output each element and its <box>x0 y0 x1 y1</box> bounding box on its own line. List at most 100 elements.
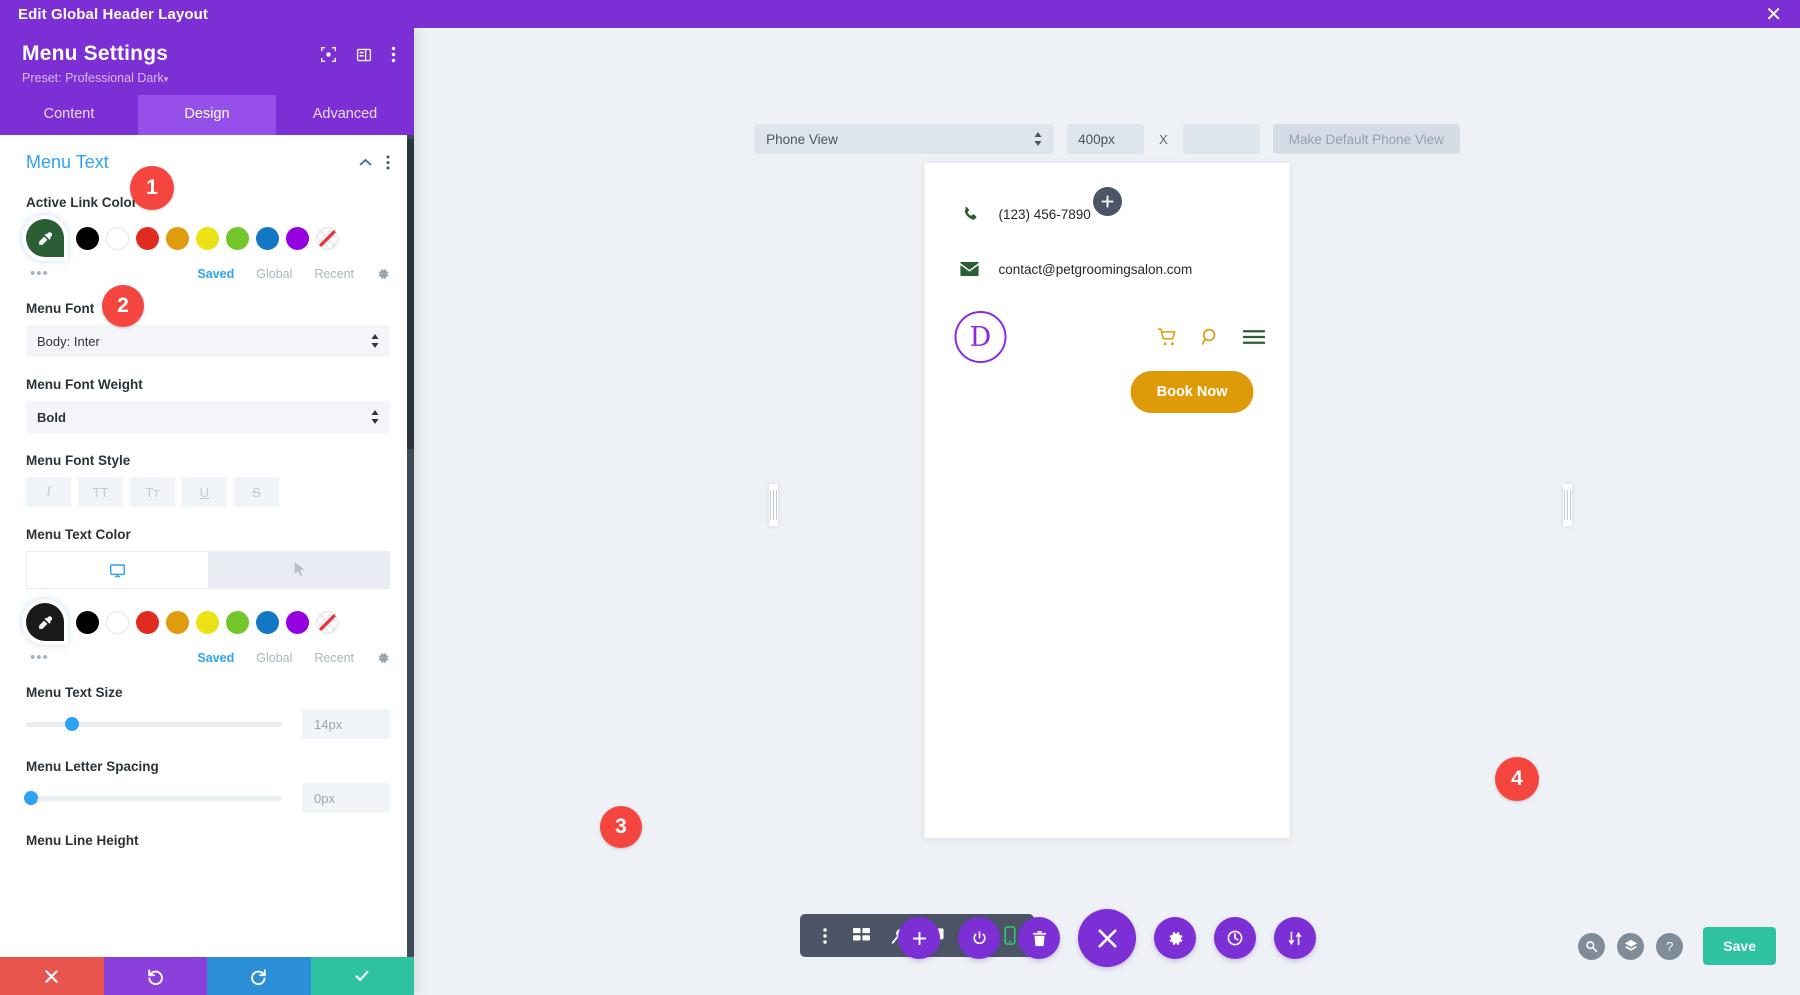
italic-button[interactable]: I <box>26 477 71 507</box>
panel-scrollbar-track[interactable] <box>407 135 414 957</box>
recent-colors-link[interactable]: Recent <box>314 267 354 281</box>
gear-icon[interactable] <box>376 651 390 665</box>
underline-button[interactable]: U <box>182 477 227 507</box>
layout-panel-icon[interactable] <box>356 47 372 63</box>
slider-knob[interactable] <box>65 717 80 731</box>
swatch-black[interactable] <box>76 610 99 634</box>
preview-stage: Phone View 400px X Make Default Phone Vi… <box>414 28 1800 995</box>
field-label: Menu Text Size <box>26 685 123 700</box>
preview-email: contact@petgroomingsalon.com <box>998 261 1193 277</box>
swatch-green[interactable] <box>226 610 249 634</box>
field-menu-font: Menu Font Body: Inter <box>26 301 390 357</box>
dimension-separator: X <box>1159 131 1168 147</box>
annotation-marker-3: 3 <box>600 806 642 848</box>
builder-action-bar <box>898 909 1316 967</box>
swatch-orange[interactable] <box>166 610 189 634</box>
wireframe-icon[interactable] <box>843 914 880 957</box>
preset-selector[interactable]: Preset: Professional Dark▾ <box>22 71 396 85</box>
tab-advanced[interactable]: Advanced <box>276 95 414 135</box>
saved-colors-link[interactable]: Saved <box>197 267 234 281</box>
strikethrough-button[interactable]: S <box>234 477 279 507</box>
redo-button[interactable] <box>207 957 311 995</box>
power-icon[interactable] <box>958 917 1000 959</box>
search-icon[interactable] <box>1201 327 1221 347</box>
save-button[interactable]: Save <box>1703 927 1776 965</box>
hamburger-menu-icon[interactable] <box>1242 329 1266 345</box>
menu-text-size-input[interactable]: 14px <box>302 709 390 739</box>
more-colors-icon[interactable]: ••• <box>30 650 49 664</box>
apply-button[interactable] <box>310 957 414 995</box>
kebab-menu-icon[interactable] <box>391 46 396 63</box>
history-clock-icon[interactable] <box>1214 917 1256 959</box>
field-menu-letter-spacing: Menu Letter Spacing 0px <box>24 759 390 813</box>
resize-handle-right[interactable] <box>1563 484 1572 526</box>
swatch-none[interactable] <box>316 610 339 634</box>
add-icon[interactable] <box>898 917 940 959</box>
tab-design[interactable]: Design <box>138 95 276 135</box>
panel-tabs: Content Design Advanced <box>0 95 414 135</box>
viewport-width-input[interactable]: 400px <box>1067 124 1145 154</box>
focus-frame-icon[interactable] <box>320 46 337 63</box>
swatch-green[interactable] <box>226 226 249 250</box>
panel-header: Menu Settings Preset: Professional Dark▾ <box>0 28 414 95</box>
swatch-yellow[interactable] <box>196 610 219 634</box>
resize-handle-left[interactable] <box>769 484 778 526</box>
swatch-none[interactable] <box>316 226 339 250</box>
cursor-arrow-icon <box>294 562 304 577</box>
layers-icon[interactable] <box>1617 932 1645 960</box>
add-section-button[interactable] <box>1092 187 1122 216</box>
more-colors-icon[interactable]: ••• <box>30 266 49 280</box>
chevron-up-icon[interactable] <box>359 155 372 170</box>
tab-content[interactable]: Content <box>0 95 138 135</box>
menu-font-weight-select[interactable]: Bold <box>26 401 390 433</box>
cart-icon[interactable] <box>1157 327 1179 347</box>
close-icon[interactable] <box>1078 909 1136 967</box>
view-mode-value: Phone View <box>766 131 838 147</box>
swatch-orange[interactable] <box>166 226 189 250</box>
kebab-menu-icon[interactable] <box>386 155 390 170</box>
menu-letter-spacing-input[interactable]: 0px <box>302 783 390 813</box>
color-picker-menu-text[interactable] <box>26 603 64 641</box>
swatch-white[interactable] <box>106 610 129 634</box>
swatch-purple[interactable] <box>286 610 309 634</box>
gear-icon[interactable] <box>376 267 390 281</box>
book-now-button[interactable]: Book Now <box>1130 371 1254 413</box>
color-picker-active-link[interactable] <box>26 219 64 257</box>
undo-button[interactable] <box>103 957 207 995</box>
swatch-blue[interactable] <box>256 226 279 250</box>
settings-gear-icon[interactable] <box>1154 917 1196 959</box>
swatch-red[interactable] <box>136 226 159 250</box>
window-titlebar: Edit Global Header Layout ✕ <box>0 0 1800 28</box>
swatch-yellow[interactable] <box>196 226 219 250</box>
slider-knob[interactable] <box>24 791 39 805</box>
global-colors-link[interactable]: Global <box>256 267 292 281</box>
desktop-state-tab[interactable] <box>26 551 209 589</box>
uppercase-button[interactable]: TT <box>78 477 123 507</box>
chevron-updown-icon <box>1034 132 1042 146</box>
help-icon[interactable]: ? <box>1656 932 1684 960</box>
swatch-black[interactable] <box>76 226 99 250</box>
menu-font-select[interactable]: Body: Inter <box>26 325 390 357</box>
make-default-phone-view-button[interactable]: Make Default Phone View <box>1272 124 1460 154</box>
swatch-red[interactable] <box>136 610 159 634</box>
hover-state-tab[interactable] <box>209 551 390 589</box>
menu-letter-spacing-slider[interactable] <box>24 791 282 805</box>
menu-text-size-slider[interactable] <box>26 717 282 731</box>
view-mode-select[interactable]: Phone View <box>754 124 1055 154</box>
sort-arrows-icon[interactable] <box>1274 917 1316 959</box>
discard-button[interactable] <box>0 957 104 995</box>
search-icon[interactable] <box>1578 932 1606 960</box>
capitalize-button[interactable]: Tт <box>130 477 175 507</box>
panel-scrollbar-thumb[interactable] <box>407 139 414 449</box>
swatch-blue[interactable] <box>256 610 279 634</box>
brand-logo: D <box>954 311 1007 363</box>
saved-colors-link[interactable]: Saved <box>197 651 234 665</box>
swatch-purple[interactable] <box>286 226 309 250</box>
recent-colors-link[interactable]: Recent <box>314 651 354 665</box>
global-colors-link[interactable]: Global <box>256 651 292 665</box>
viewport-height-input[interactable] <box>1182 124 1260 154</box>
close-icon[interactable]: ✕ <box>1765 4 1782 24</box>
trash-icon[interactable] <box>1018 917 1060 959</box>
swatch-white[interactable] <box>106 226 129 250</box>
kebab-menu-icon[interactable] <box>806 914 843 957</box>
